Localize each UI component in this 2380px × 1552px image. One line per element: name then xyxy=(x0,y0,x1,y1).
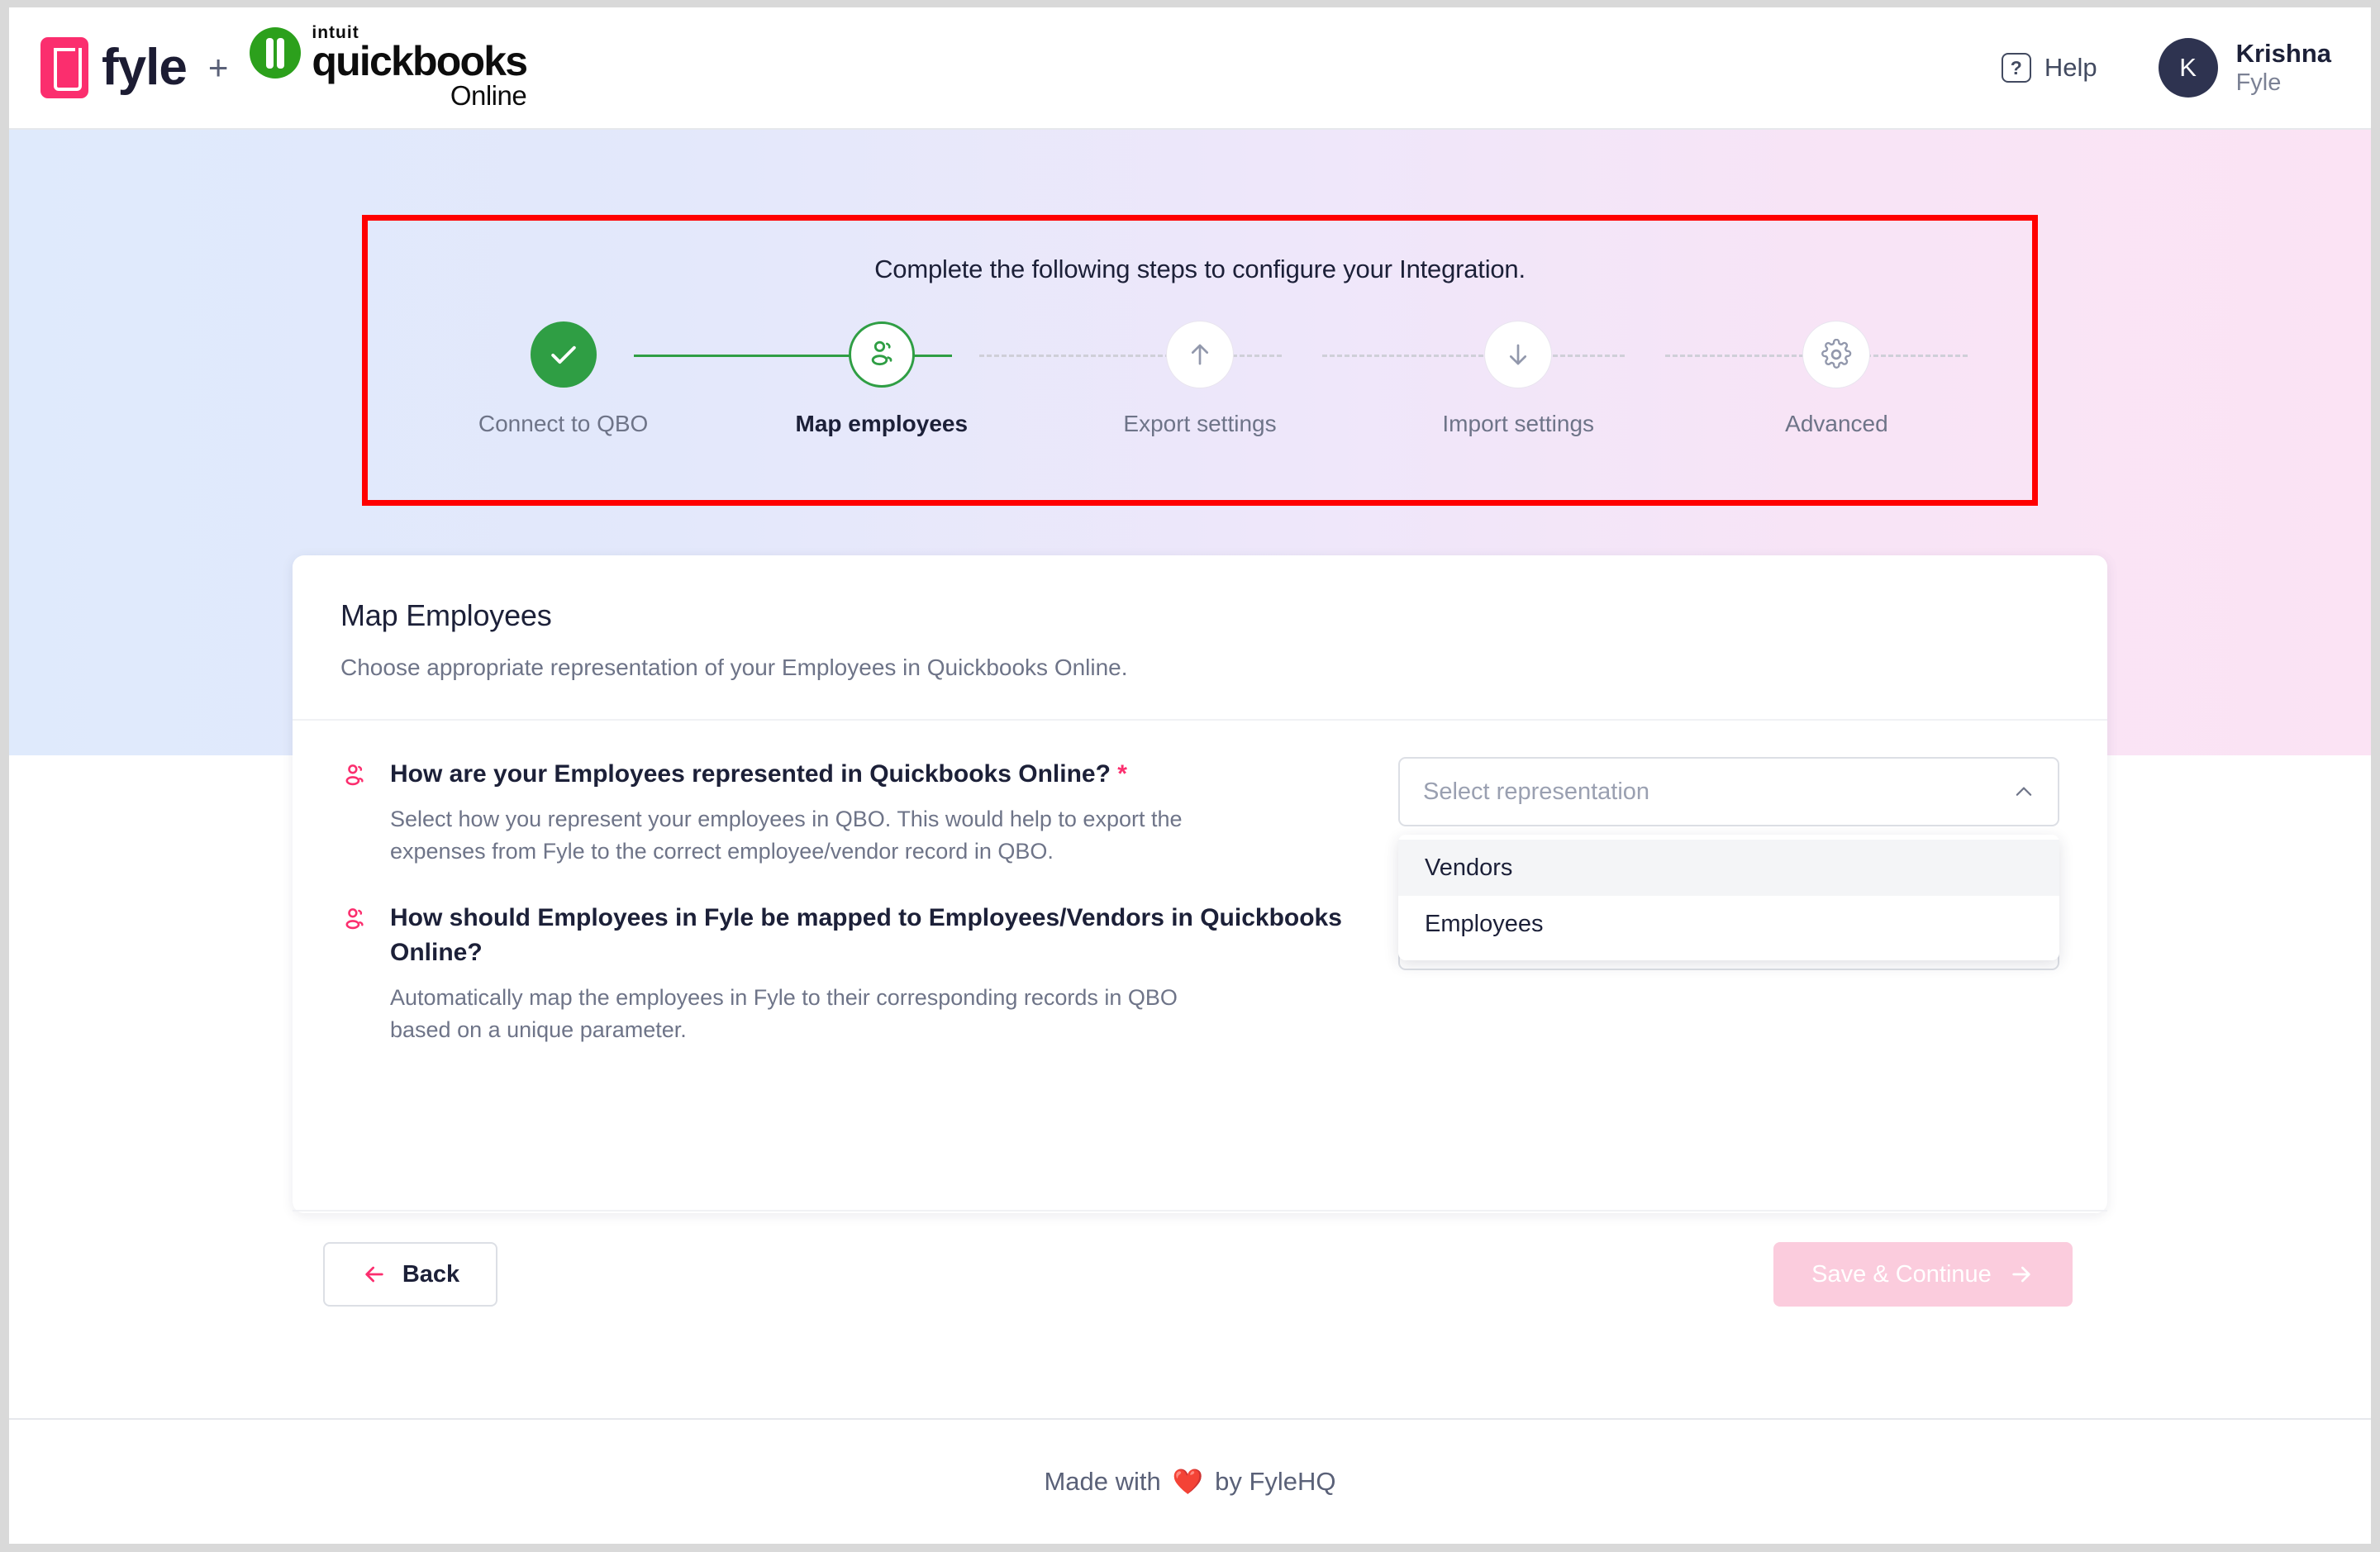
question-title: How should Employees in Fyle be mapped t… xyxy=(390,904,1342,967)
stepper-title: Complete the following steps to configur… xyxy=(874,255,1526,283)
back-button[interactable]: Back xyxy=(323,1242,497,1307)
app-window: fyle + intuit quickbooks Online ? Help K xyxy=(9,7,2371,1544)
help-button[interactable]: ? Help xyxy=(2001,53,2097,83)
question-title: How are your Employees represented in Qu… xyxy=(390,757,1208,792)
fyle-mark-icon xyxy=(40,37,88,98)
quickbooks-label: quickbooks xyxy=(312,38,528,85)
required-marker: * xyxy=(1117,760,1127,788)
arrow-down-icon xyxy=(1510,344,1527,365)
stepper: Connect to QBO Map employees Export sett… xyxy=(368,321,2032,437)
user-org: Fyle xyxy=(2235,69,2282,97)
card-subtitle: Choose appropriate representation of you… xyxy=(340,655,1128,680)
map-employees-card: Map Employees Choose appropriate represe… xyxy=(293,555,2107,1213)
user-info: Krishna Fyle xyxy=(2236,39,2331,98)
chevron-up-icon xyxy=(2016,787,2032,796)
arrow-left-icon xyxy=(365,1266,383,1283)
question-text-block: How are your Employees represented in Qu… xyxy=(340,757,1365,868)
question-description: Automatically map the employees in Fyle … xyxy=(390,985,1178,1043)
people-icon xyxy=(340,762,369,868)
step-label: Export settings xyxy=(1123,411,1277,436)
save-and-continue-label: Save & Continue xyxy=(1811,1260,1992,1288)
check-icon xyxy=(550,345,576,364)
dropdown-option-employees[interactable]: Employees xyxy=(1398,896,2059,952)
quickbooks-wordmark: intuit quickbooks Online xyxy=(312,24,528,112)
card-header: Map Employees Choose appropriate represe… xyxy=(293,555,2107,681)
onboarding-stepper-highlight: Complete the following steps to configur… xyxy=(362,215,2038,506)
back-button-label: Back xyxy=(402,1260,460,1288)
avatar: K xyxy=(2158,38,2218,98)
question-text-block: How should Employees in Fyle be mapped t… xyxy=(340,901,1365,1046)
card-footer-divider xyxy=(293,1210,2107,1212)
page-title: Map Employees xyxy=(340,598,552,632)
step-label: Map employees xyxy=(795,411,969,436)
brand-lockup: fyle + intuit quickbooks Online xyxy=(40,24,528,112)
sidebar-item-map-employees[interactable]: Map employees xyxy=(722,321,1040,437)
footer-by: by FyleHQ xyxy=(1215,1467,1336,1496)
step-circle-done xyxy=(530,321,597,388)
top-navigation-bar: fyle + intuit quickbooks Online ? Help K xyxy=(9,7,2371,130)
representation-select-value: Select representation xyxy=(1423,778,1650,805)
question-row-representation: How are your Employees represented in Qu… xyxy=(293,721,2107,960)
representation-dropdown-menu: Vendors Employees xyxy=(1398,835,2059,960)
step-circle-todo xyxy=(1167,321,1233,388)
people-icon xyxy=(340,906,369,1046)
step-label: Import settings xyxy=(1442,411,1595,436)
question-title-text: How are your Employees represented in Qu… xyxy=(390,760,1111,788)
top-bar-actions: ? Help K Krishna Fyle xyxy=(2001,38,2331,98)
sidebar-item-import-settings[interactable]: Import settings xyxy=(1359,321,1678,437)
fyle-logo: fyle xyxy=(40,37,188,98)
user-menu[interactable]: K Krishna Fyle xyxy=(2158,38,2331,98)
gear-icon xyxy=(1821,339,1852,369)
arrow-up-icon xyxy=(1191,344,1209,365)
page-footer: Made with ❤️ by FyleHQ xyxy=(9,1418,2371,1544)
save-and-continue-button[interactable]: Save & Continue xyxy=(1773,1242,2073,1307)
fyle-wordmark: fyle xyxy=(102,39,188,96)
representation-select[interactable]: Select representation xyxy=(1398,757,2059,826)
online-label: Online xyxy=(450,80,527,112)
plus-separator-icon: + xyxy=(207,48,229,87)
step-circle-todo xyxy=(1803,321,1870,388)
quickbooks-logo: intuit quickbooks Online xyxy=(250,24,528,112)
sidebar-item-advanced[interactable]: Advanced xyxy=(1678,321,1996,437)
step-label: Connect to QBO xyxy=(478,411,649,436)
dropdown-option-vendors[interactable]: Vendors xyxy=(1398,840,2059,896)
step-circle-current xyxy=(848,321,915,388)
arrow-right-icon xyxy=(2012,1266,2030,1283)
sidebar-item-connect-to-qbo[interactable]: Connect to QBO xyxy=(404,321,722,437)
question-field-block: Select representation Vendors Employees xyxy=(1365,757,2059,960)
step-connector-2 xyxy=(979,355,1282,357)
user-name: Krishna xyxy=(2235,38,2331,68)
help-label: Help xyxy=(2044,53,2097,82)
step-connector-3 xyxy=(1322,355,1625,357)
step-circle-todo xyxy=(1485,321,1552,388)
people-icon xyxy=(871,340,892,366)
sidebar-item-export-settings[interactable]: Export settings xyxy=(1040,321,1359,437)
quickbooks-mark-icon xyxy=(250,27,302,79)
heart-icon: ❤️ xyxy=(1172,1468,1204,1496)
question-mark-icon: ? xyxy=(2001,53,2031,83)
step-label: Advanced xyxy=(1785,411,1888,436)
footer-made-with: Made with xyxy=(1044,1467,1161,1496)
question-description: Select how you represent your employees … xyxy=(390,807,1183,864)
